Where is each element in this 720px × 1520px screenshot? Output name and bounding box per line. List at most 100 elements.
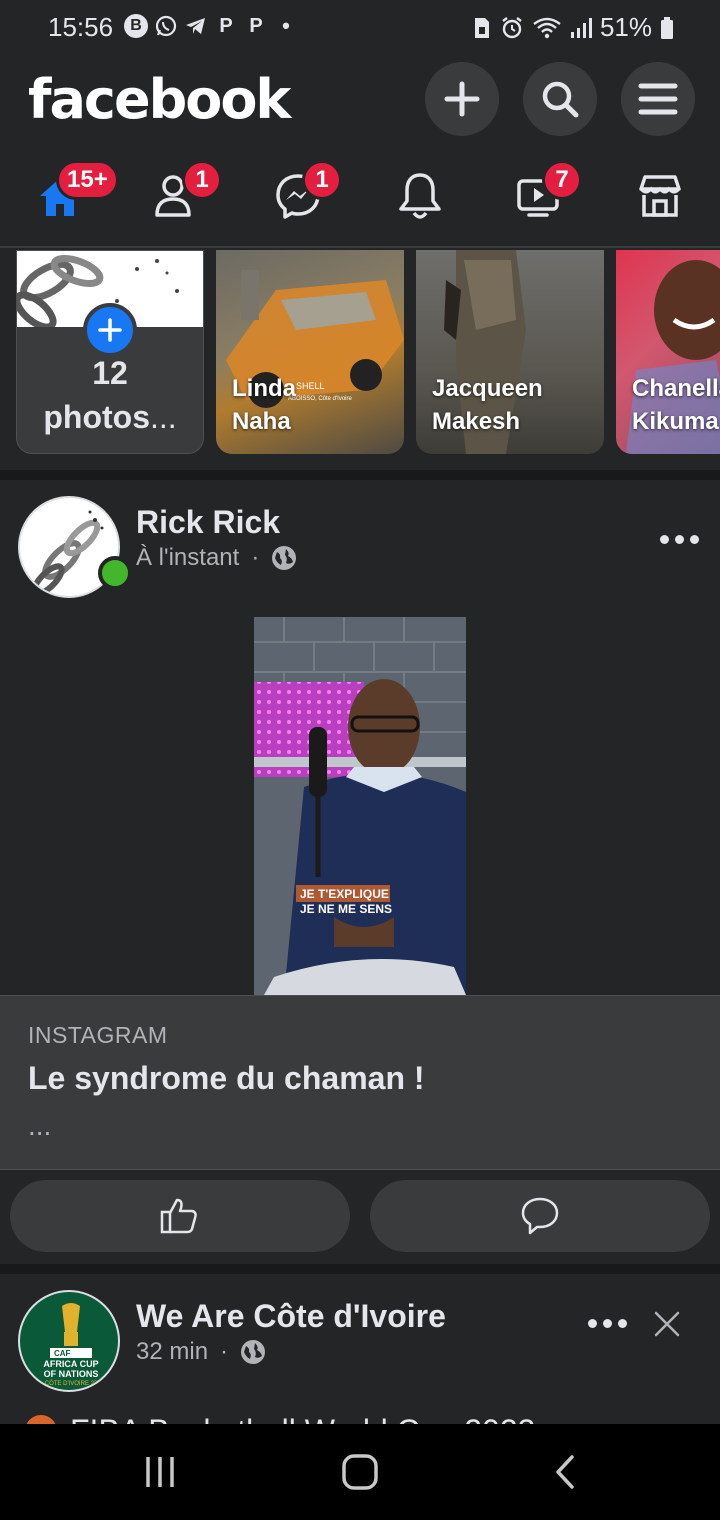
- logo-text: CAF: [54, 1349, 71, 1358]
- story-first-name: Linda: [232, 375, 296, 402]
- marketplace-icon: [639, 175, 681, 217]
- logo-text: CÔTE D'IVOIRE 23: [45, 1380, 98, 1387]
- menu-button[interactable]: [621, 62, 695, 136]
- link-preview[interactable]: INSTAGRAM Le syndrome du chaman ! ...: [0, 995, 720, 1170]
- messenger-badge: 1: [302, 160, 342, 200]
- add-story-button[interactable]: [83, 303, 137, 357]
- dot-icon: •: [282, 13, 290, 38]
- home-badge: 15+: [56, 160, 119, 200]
- hamburger-icon: [638, 83, 678, 115]
- tab-notifications[interactable]: [390, 166, 450, 226]
- more-options-button[interactable]: [588, 1319, 627, 1328]
- story-last-name: Kikuma: [632, 408, 719, 435]
- status-bar: 15:56 B P P • 51%: [0, 0, 720, 56]
- watch-badge: 7: [542, 160, 582, 200]
- create-story-card[interactable]: 12 photos...: [16, 250, 204, 454]
- story-first-name: Chanella: [632, 375, 720, 402]
- feed-divider: [0, 470, 720, 480]
- video-caption: JE T'EXPLIQUE: [300, 887, 389, 901]
- bell-icon: [399, 173, 441, 219]
- story-last-name: Makesh: [432, 408, 521, 435]
- close-icon[interactable]: [652, 1309, 682, 1339]
- post-media: JE T'EXPLIQUE JE NE ME SENS: [0, 617, 720, 995]
- telegram-icon: [184, 14, 208, 38]
- search-icon: [542, 81, 579, 118]
- tab-messenger[interactable]: 1: [268, 160, 342, 226]
- logo-text: OF NATIONS: [44, 1369, 99, 1379]
- meta-separator: ·: [220, 1338, 229, 1365]
- photos-label: photos: [43, 399, 150, 435]
- story-last-name: Naha: [232, 408, 291, 435]
- link-source: INSTAGRAM: [28, 1022, 168, 1048]
- battery-percent: 51%: [599, 12, 652, 42]
- story-count: 12: [92, 355, 128, 391]
- globe-icon: [241, 1340, 266, 1364]
- basketball-icon: [26, 1415, 56, 1424]
- story-first-name: Jacqueen: [432, 375, 543, 402]
- story-overlay-brand: SHELL: [296, 381, 325, 391]
- story-card[interactable]: Jacqueen Makesh: [416, 250, 604, 454]
- plus-icon: [98, 318, 122, 342]
- story-name: Jacqueen Makesh: [432, 372, 543, 438]
- post-meta: À l'instant ·: [136, 544, 297, 572]
- app-header: facebook: [0, 56, 720, 144]
- online-indicator: [98, 556, 132, 590]
- tab-bar: 15+ 1 1 7: [0, 144, 720, 248]
- tab-watch[interactable]: 7: [508, 160, 582, 226]
- comment-icon: [521, 1197, 559, 1235]
- battery-icon: [661, 16, 673, 39]
- link-description: ...: [28, 1110, 52, 1141]
- comment-button[interactable]: [370, 1180, 710, 1252]
- page-avatar[interactable]: CAF AFRICA CUP OF NATIONS CÔTE D'IVOIRE …: [18, 1290, 120, 1392]
- feed-post: CAF AFRICA CUP OF NATIONS CÔTE D'IVOIRE …: [0, 1274, 720, 1424]
- post-text: FIBA Basketball World Cup 2023: [70, 1414, 535, 1424]
- back-icon: [556, 1455, 574, 1489]
- signal-icon: [570, 17, 592, 38]
- link-title: Le syndrome du chaman !: [28, 1060, 425, 1096]
- p-icon: P: [249, 14, 263, 37]
- search-button[interactable]: [523, 62, 597, 136]
- notification-icons: B P P •: [124, 13, 298, 38]
- tab-home[interactable]: 15+: [30, 160, 119, 226]
- meta-separator: ·: [251, 544, 260, 571]
- system-navigation-bar: [0, 1424, 720, 1520]
- alarm-icon: [502, 16, 522, 38]
- friends-badge: 1: [182, 160, 222, 200]
- feed-divider: [0, 1264, 720, 1274]
- system-icons: 51%: [472, 12, 674, 43]
- video-frame: JE T'EXPLIQUE JE NE ME SENS: [254, 617, 466, 995]
- recent-apps-button[interactable]: [140, 1452, 180, 1492]
- tab-marketplace[interactable]: [630, 166, 690, 226]
- post-timestamp[interactable]: À l'instant: [136, 544, 239, 572]
- story-name: Chanella Kikuma: [632, 372, 720, 438]
- home-button[interactable]: [340, 1452, 380, 1492]
- more-options-button[interactable]: [660, 535, 699, 544]
- story-card[interactable]: Chanella Kikuma: [616, 250, 720, 454]
- video-caption: JE NE ME SENS: [300, 902, 392, 916]
- p-icon: P: [219, 14, 233, 37]
- post-author-name[interactable]: We Are Côte d'Ivoire: [136, 1298, 446, 1335]
- photos-ellipsis: ...: [149, 399, 177, 435]
- globe-icon: [272, 546, 297, 570]
- post-preview-line: FIBA Basketball World Cup 2023: [24, 1414, 720, 1424]
- story-name: Linda Naha: [232, 372, 296, 438]
- facebook-logo[interactable]: facebook: [28, 68, 291, 131]
- wifi-icon: [533, 17, 561, 38]
- thumbs-up-icon: [160, 1198, 197, 1234]
- create-button[interactable]: [425, 62, 499, 136]
- home-square-icon: [342, 1454, 378, 1490]
- video-thumbnail[interactable]: JE T'EXPLIQUE JE NE ME SENS: [254, 617, 466, 995]
- status-time: 15:56: [48, 12, 114, 42]
- post-timestamp[interactable]: 32 min: [136, 1338, 208, 1366]
- like-button[interactable]: [10, 1180, 350, 1252]
- b-icon: B: [124, 14, 148, 38]
- story-card[interactable]: SHELL ABOISSO, Côte d'Ivoire Linda Naha: [216, 250, 404, 454]
- logo-text: AFRICA CUP: [43, 1359, 98, 1369]
- stories-tray: 12 photos... SHELL ABOISSO, Côte d'Ivoir…: [0, 250, 720, 470]
- plus-icon: [444, 81, 480, 117]
- story-overlay-caption: ABOISSO, Côte d'Ivoire: [288, 396, 353, 402]
- sim-icon: [474, 17, 489, 38]
- tab-friends[interactable]: 1: [148, 160, 222, 226]
- back-button[interactable]: [545, 1452, 585, 1492]
- post-author-name[interactable]: Rick Rick: [136, 504, 280, 541]
